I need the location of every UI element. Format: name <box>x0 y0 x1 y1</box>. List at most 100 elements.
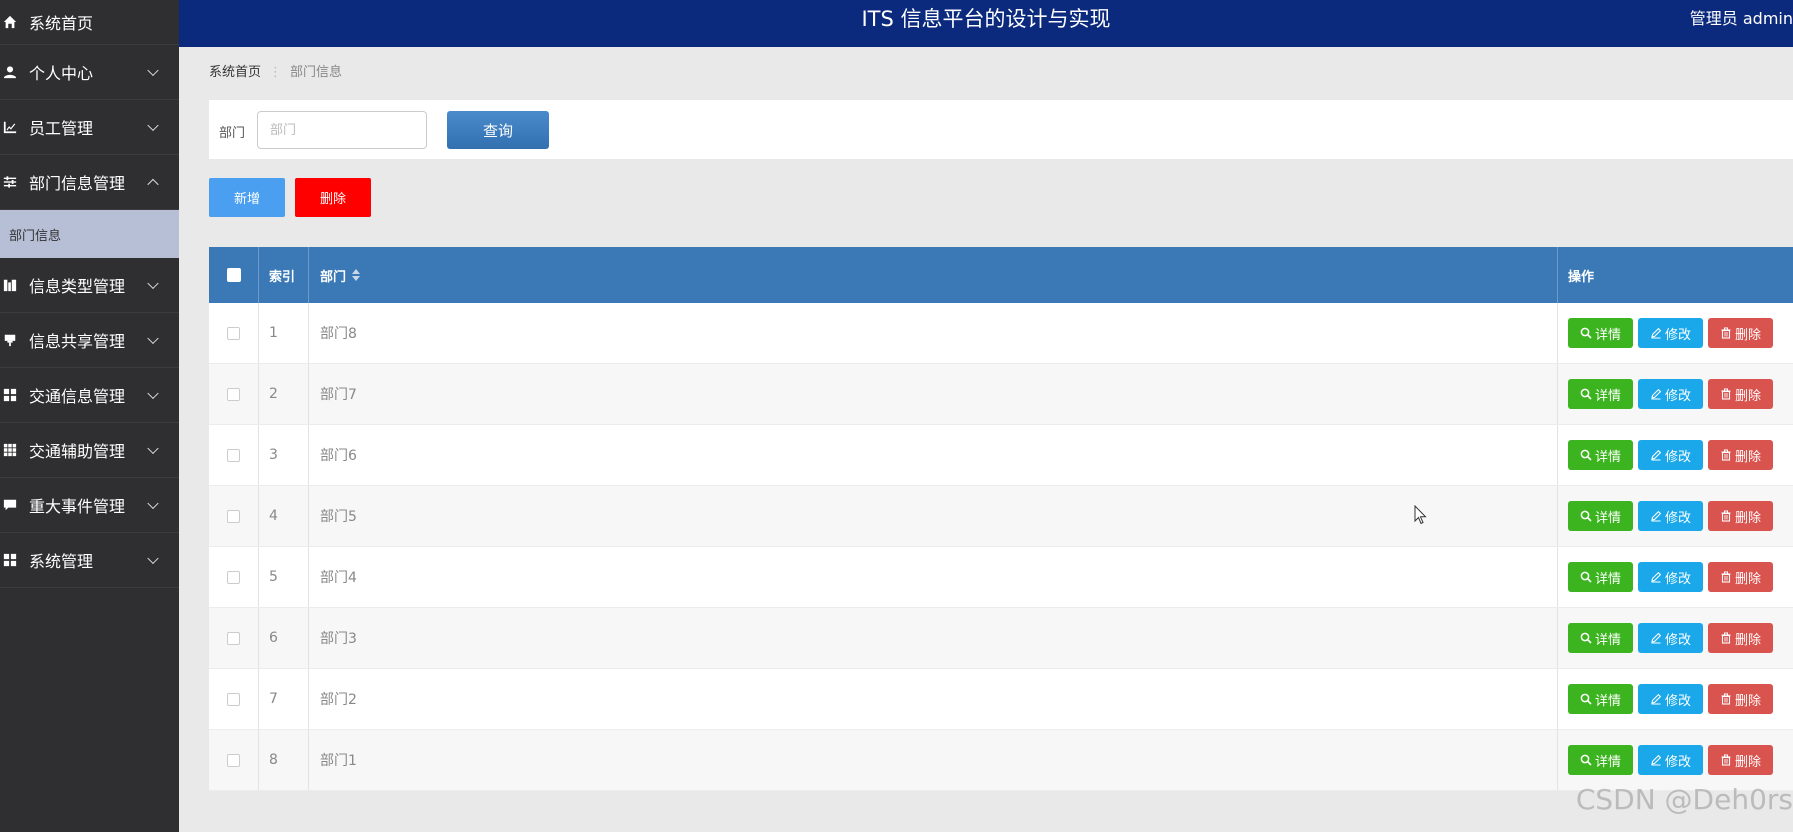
app-title: ITS 信息平台的设计与实现 <box>861 7 1111 31</box>
detail-button[interactable]: 详情 <box>1568 318 1633 348</box>
detail-label: 详情 <box>1594 571 1621 587</box>
edit-button[interactable]: 修改 <box>1638 318 1703 348</box>
edit-label: 修改 <box>1664 510 1691 526</box>
chevron-down-icon <box>147 332 159 345</box>
delete-button[interactable]: 删除 <box>1708 501 1773 531</box>
edit-button[interactable]: 修改 <box>1638 745 1703 775</box>
trash-icon <box>1720 632 1735 644</box>
detail-label: 详情 <box>1594 510 1621 526</box>
detail-button[interactable]: 详情 <box>1568 379 1633 409</box>
query-button[interactable]: 查询 <box>447 111 549 149</box>
sidebar-item-info-type-management[interactable]: 信息类型管理 <box>0 258 179 313</box>
search-icon <box>1580 632 1595 644</box>
pencil-icon <box>1650 571 1665 583</box>
chevron-down-icon <box>147 442 159 455</box>
row-checkbox[interactable] <box>227 326 240 340</box>
detail-button[interactable]: 详情 <box>1568 745 1633 775</box>
trash-icon <box>1720 571 1735 583</box>
sidebar-item-label: 部门信息管理 <box>29 174 126 193</box>
chevron-down-icon <box>147 119 159 132</box>
sidebar-item-label: 系统首页 <box>29 14 94 33</box>
row-index: 5 <box>259 547 309 607</box>
mouse-cursor-icon <box>1414 505 1427 525</box>
sidebar-item-system-management[interactable]: 系统管理 <box>0 533 179 588</box>
delete-button[interactable]: 删除 <box>1708 745 1773 775</box>
delete-label: 删除 <box>1734 754 1761 770</box>
select-all-checkbox[interactable] <box>226 268 241 282</box>
row-department: 部门2 <box>309 669 1558 729</box>
delete-button[interactable]: 删除 <box>1708 440 1773 470</box>
pencil-icon <box>1650 632 1665 644</box>
sidebar-item-employee-management[interactable]: 员工管理 <box>0 100 179 155</box>
sidebar-item-label: 员工管理 <box>29 119 94 138</box>
add-button[interactable]: 新增 <box>209 178 285 217</box>
detail-button[interactable]: 详情 <box>1568 501 1633 531</box>
edit-button[interactable]: 修改 <box>1638 379 1703 409</box>
row-department: 部门6 <box>309 425 1558 485</box>
pencil-icon <box>1650 327 1665 339</box>
table-body: 1 部门8 详情 修改 删除 2 部门7 详情 修改 删除 3 部门6 详情 修改 删除 4 部门5 详情 修改 删除… <box>209 303 1793 791</box>
chevron-down-icon <box>147 64 159 77</box>
row-department: 部门4 <box>309 547 1558 607</box>
row-index: 8 <box>259 730 309 790</box>
column-header-department-label: 部门 <box>320 269 347 285</box>
sidebar-item-home[interactable]: 系统首页 <box>0 0 179 45</box>
sidebar-subitem-department-info[interactable]: 部门信息 <box>0 210 179 258</box>
delete-button[interactable]: 删除 <box>1708 379 1773 409</box>
delete-button[interactable]: 删除 <box>1708 562 1773 592</box>
trash-icon <box>1720 327 1735 339</box>
row-department: 部门5 <box>309 486 1558 546</box>
row-checkbox[interactable] <box>227 509 240 523</box>
comment-icon <box>2 497 18 513</box>
edit-button[interactable]: 修改 <box>1638 501 1703 531</box>
column-header-department[interactable]: 部门 <box>309 247 1558 303</box>
sidebar-item-info-sharing-management[interactable]: 信息共享管理 <box>0 313 179 368</box>
delete-button[interactable]: 删除 <box>1708 318 1773 348</box>
bars-icon <box>2 277 18 293</box>
row-checkbox[interactable] <box>227 753 240 767</box>
sidebar-item-traffic-info-management[interactable]: 交通信息管理 <box>0 368 179 423</box>
search-icon <box>1580 754 1595 766</box>
sort-icon[interactable] <box>352 269 361 281</box>
user-icon <box>2 64 18 80</box>
sidebar: 系统首页 个人中心 员工管理 部门信息管理 部门信息 信息类型管理 信息共享管理… <box>0 0 179 832</box>
delete-button[interactable]: 删除 <box>1708 684 1773 714</box>
edit-label: 修改 <box>1664 327 1691 343</box>
batch-delete-button[interactable]: 删除 <box>295 178 371 217</box>
sidebar-item-traffic-assist-management[interactable]: 交通辅助管理 <box>0 423 179 478</box>
edit-label: 修改 <box>1664 388 1691 404</box>
edit-button[interactable]: 修改 <box>1638 623 1703 653</box>
row-checkbox[interactable] <box>227 631 240 645</box>
search-label: 部门 <box>219 126 246 141</box>
sidebar-item-major-event-management[interactable]: 重大事件管理 <box>0 478 179 533</box>
detail-button[interactable]: 详情 <box>1568 623 1633 653</box>
detail-label: 详情 <box>1594 327 1621 343</box>
detail-button[interactable]: 详情 <box>1568 562 1633 592</box>
row-department: 部门8 <box>309 303 1558 363</box>
sidebar-item-label: 交通信息管理 <box>29 387 126 406</box>
delete-button[interactable]: 删除 <box>1708 623 1773 653</box>
row-checkbox[interactable] <box>227 570 240 584</box>
detail-label: 详情 <box>1594 449 1621 465</box>
trash-icon <box>1720 510 1735 522</box>
search-icon <box>1580 693 1595 705</box>
sidebar-item-label: 重大事件管理 <box>29 497 126 516</box>
edit-button[interactable]: 修改 <box>1638 440 1703 470</box>
home-icon <box>2 14 18 30</box>
table-row: 4 部门5 详情 修改 删除 <box>209 486 1793 547</box>
sidebar-item-personal-center[interactable]: 个人中心 <box>0 45 179 100</box>
sidebar-item-department-management[interactable]: 部门信息管理 <box>0 155 179 210</box>
row-checkbox[interactable] <box>227 692 240 706</box>
edit-button[interactable]: 修改 <box>1638 684 1703 714</box>
detail-button[interactable]: 详情 <box>1568 440 1633 470</box>
user-menu[interactable]: 管理员 admin <box>1690 0 1793 38</box>
detail-button[interactable]: 详情 <box>1568 684 1633 714</box>
pencil-icon <box>1650 449 1665 461</box>
pencil-icon <box>1650 388 1665 400</box>
breadcrumb-home[interactable]: 系统首页 <box>209 65 261 80</box>
table-row: 5 部门4 详情 修改 删除 <box>209 547 1793 608</box>
department-search-input[interactable] <box>257 111 427 149</box>
row-checkbox[interactable] <box>227 387 240 401</box>
edit-button[interactable]: 修改 <box>1638 562 1703 592</box>
row-checkbox[interactable] <box>227 448 240 462</box>
